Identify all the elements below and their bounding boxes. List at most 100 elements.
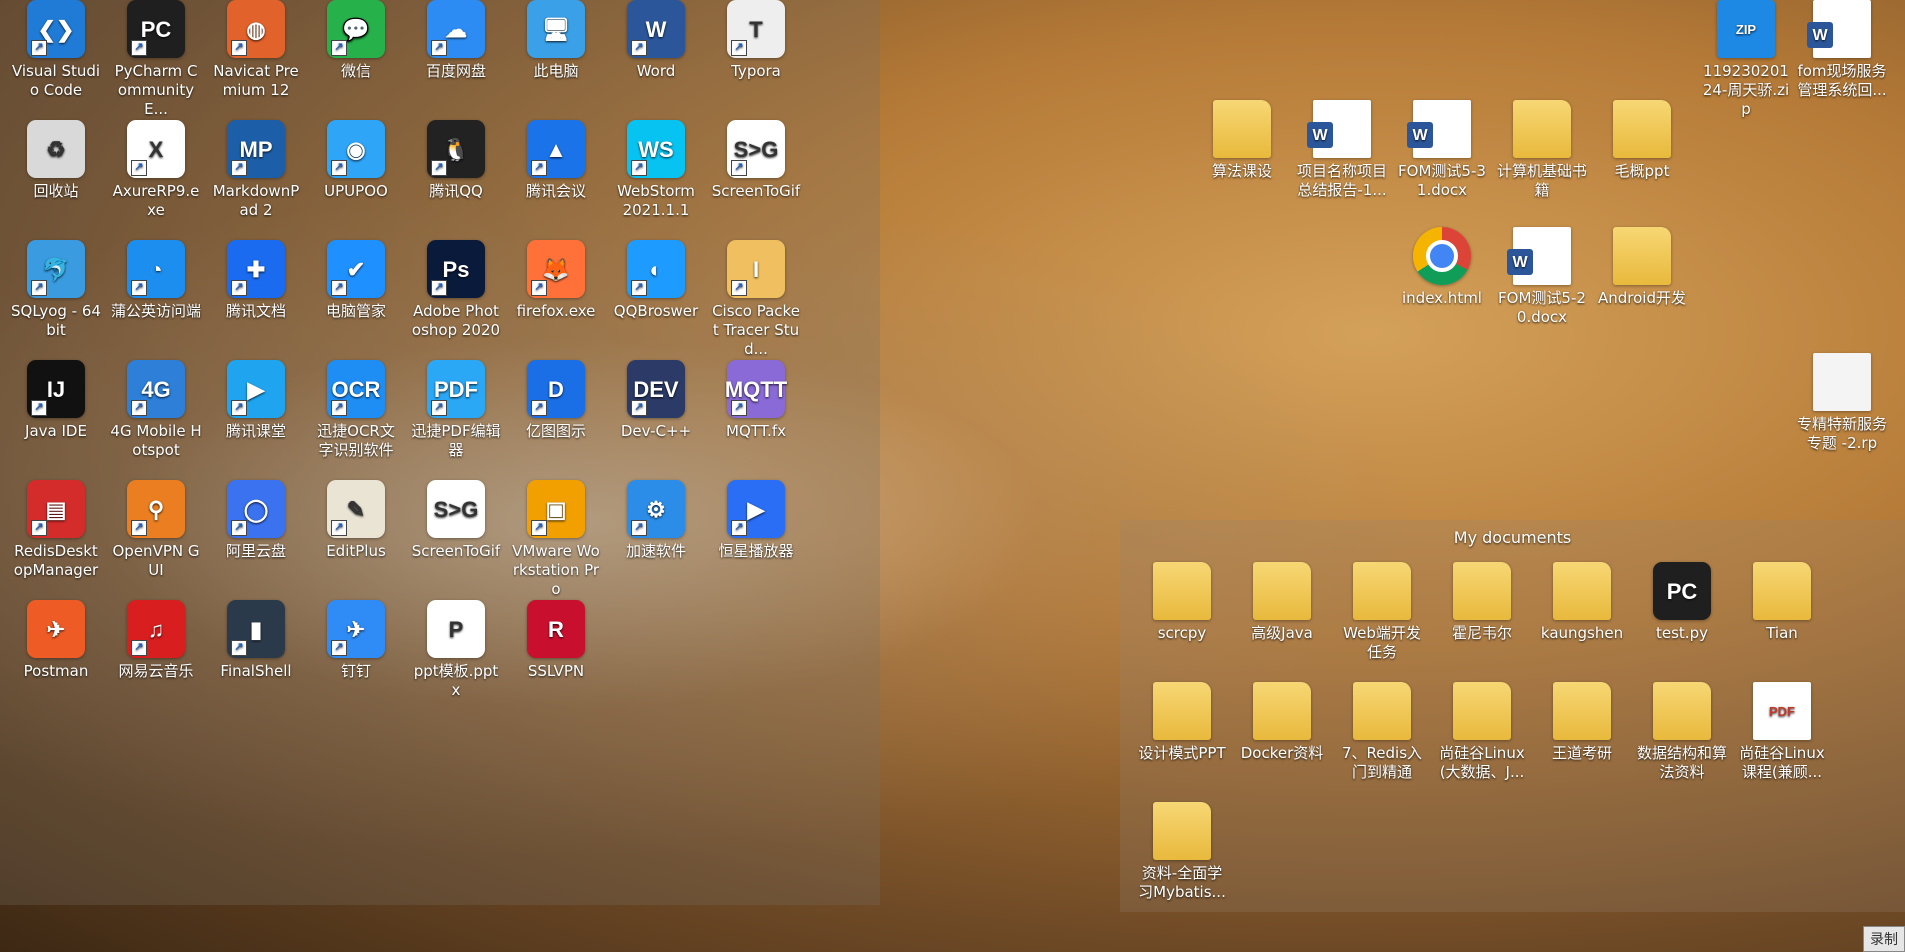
word-doc-icon [1807, 0, 1871, 58]
desktop-icon[interactable]: 🐧 ↗ 腾讯QQ [410, 120, 502, 201]
shortcut-arrow-icon: ↗ [631, 280, 647, 296]
desktop-icon[interactable]: 王道考研 [1536, 682, 1628, 763]
desktop-icon[interactable]: 资料-全面学习Mybatis... [1136, 802, 1228, 902]
desktop-icon[interactable]: FOM测试5-20.docx [1496, 227, 1588, 327]
desktop-icon[interactable]: ▲ ↗ 腾讯会议 [510, 120, 602, 201]
desktop-icon[interactable]: ♻ 回收站 [10, 120, 102, 201]
desktop-icon-label: ScreenToGif [411, 542, 501, 560]
editplus-icon: ✎ ↗ [327, 480, 385, 538]
shortcut-arrow-icon: ↗ [131, 160, 147, 176]
desktop-icon[interactable]: 🦊 ↗ firefox.exe [510, 240, 602, 321]
desktop-icon[interactable]: index.html [1396, 227, 1488, 308]
desktop-icon[interactable]: ⚲ ↗ OpenVPN GUI [110, 480, 202, 580]
desktop-icon[interactable]: 计算机基础书籍 [1496, 100, 1588, 200]
desktop-icon[interactable]: 算法课设 [1196, 100, 1288, 181]
hotspot-icon: 4G ↗ [127, 360, 185, 418]
record-button[interactable]: 录制 [1863, 926, 1905, 952]
desktop-icon-label: EditPlus [326, 542, 386, 560]
desktop-icon[interactable]: ▶ ↗ 腾讯课堂 [210, 360, 302, 441]
desktop-icon[interactable]: ◯ ↗ 阿里云盘 [210, 480, 302, 561]
desktop-icon[interactable]: FOM测试5-31.docx [1396, 100, 1488, 200]
desktop-icon[interactable]: 高级Java [1236, 562, 1328, 643]
shortcut-arrow-icon: ↗ [631, 400, 647, 416]
folder-icon [1513, 100, 1571, 158]
desktop-icon-label: 回收站 [33, 182, 79, 200]
desktop-icon-label: Cisco Packet Tracer Stud... [712, 302, 800, 358]
desktop-icon[interactable]: MP ↗ MarkdownPad 2 [210, 120, 302, 220]
desktop-icon[interactable]: ▣ ↗ VMware Workstation Pro [510, 480, 602, 599]
desktop-icon[interactable]: Pppt模板.pptx [410, 600, 502, 700]
shortcut-arrow-icon: ↗ [331, 640, 347, 656]
desktop-icon[interactable]: ✎ ↗ EditPlus [310, 480, 402, 561]
desktop-icon-label: kaungshen [1540, 624, 1624, 642]
desktop-icon[interactable]: ♫ ↗ 网易云音乐 [110, 600, 202, 681]
desktop-icon[interactable]: ◐ ↗ QQBroswer [610, 240, 702, 321]
desktop-icon[interactable]: 项目名称项目总结报告-1... [1296, 100, 1388, 200]
desktop-icon[interactable]: WS ↗ WebStorm 2021.1.1 [610, 120, 702, 220]
desktop-icon[interactable]: ◍ ↗ Navicat Premium 12 [210, 0, 302, 100]
desktop-icon[interactable]: PDF 尚硅谷Linux课程(兼顾... [1736, 682, 1828, 782]
desktop-icon[interactable]: ⚙ ↗ 加速软件 [610, 480, 702, 561]
desktop-icon[interactable]: MQTT ↗ MQTT.fx [710, 360, 802, 441]
desktop-icon[interactable]: ✚ ↗ 腾讯文档 [210, 240, 302, 321]
desktop-icon[interactable]: Ps ↗ Adobe Photoshop 2020 [410, 240, 502, 340]
desktop-icon[interactable]: Docker资料 [1236, 682, 1328, 763]
desktop-icon[interactable]: W ↗ Word [610, 0, 702, 81]
desktop-icon-label: 腾讯文档 [225, 302, 286, 320]
desktop-icon[interactable]: Android开发 [1596, 227, 1688, 308]
desktop-icon[interactable]: PC test.py [1636, 562, 1728, 643]
desktop-icon[interactable]: ✈ ↗ 钉钉 [310, 600, 402, 681]
desktop-icon[interactable]: 7、Redis入门到精通 [1336, 682, 1428, 782]
desktop-icon[interactable]: Tian [1736, 562, 1828, 643]
desktop-icon[interactable]: 💬 ↗ 微信 [310, 0, 402, 81]
desktop-icon[interactable]: 4G ↗ 4G Mobile Hotspot [110, 360, 202, 460]
desktop-icon[interactable]: PC ↗ PyCharm Community E... [110, 0, 202, 119]
desktop-icon[interactable]: 数据结构和算法资料 [1636, 682, 1728, 782]
desktop-icon[interactable]: ☁ ↗ 百度网盘 [410, 0, 502, 81]
finalshell-icon: ▮ ↗ [227, 600, 285, 658]
shortcut-arrow-icon: ↗ [531, 160, 547, 176]
desktop-icon[interactable]: 🐬 ↗ SQLyog - 64 bit [10, 240, 102, 340]
desktop-icon[interactable]: DEV ↗ Dev-C++ [610, 360, 702, 441]
desktop-icon[interactable]: Web端开发任务 [1336, 562, 1428, 662]
desktop-icon[interactable]: ▶ ↗ 恒星播放器 [710, 480, 802, 561]
desktop-icon[interactable]: D ↗ 亿图图示 [510, 360, 602, 441]
desktop-icon-label: 霍尼韦尔 [1451, 624, 1512, 642]
desktop-icon[interactable]: T ↗ Typora [710, 0, 802, 81]
desktop-icon[interactable]: ▤ ↗ RedisDesktopManager [10, 480, 102, 580]
desktop-icon[interactable]: ✈ Postman [10, 600, 102, 681]
desktop-icon[interactable]: PDF ↗ 迅捷PDF编辑器 [410, 360, 502, 460]
desktop-icon[interactable]: ▮ ↗ FinalShell [210, 600, 302, 681]
desktop-icon[interactable]: S>G ScreenToGif [410, 480, 502, 561]
desktop-icon[interactable]: IJ ↗ Java IDE [10, 360, 102, 441]
desktop-icon[interactable]: I ↗ Cisco Packet Tracer Stud... [710, 240, 802, 359]
desktop-icon[interactable]: kaungshen [1536, 562, 1628, 643]
desktop-icon[interactable]: 🖥 此电脑 [510, 0, 602, 81]
desktop-icon[interactable]: scrcpy [1136, 562, 1228, 643]
desktop-icon[interactable]: ◔ ↗ 蒲公英访问端 [110, 240, 202, 321]
folder-icon [1253, 682, 1311, 740]
desktop-icon[interactable]: OCR ↗ 迅捷OCR文字识别软件 [310, 360, 402, 460]
desktop-icon-label: 高级Java [1251, 624, 1313, 642]
desktop-icon[interactable]: ❮❯ ↗ Visual Studio Code [10, 0, 102, 100]
desktop-icon-label: SQLyog - 64 bit [11, 302, 101, 339]
desktop-icon[interactable]: fom现场服务管理系统回... [1796, 0, 1888, 100]
desktop-icon[interactable]: ZIP 11923020124-周天骄.zip [1700, 0, 1792, 119]
desktop-icon[interactable]: 毛概ppt [1596, 100, 1688, 181]
desktop-icon[interactable]: ◉ ↗ UPUPOO [310, 120, 402, 201]
desktop-icon-label: 尚硅谷Linux(大数据、J... [1439, 744, 1525, 781]
desktop-icon[interactable]: 设计模式PPT [1136, 682, 1228, 763]
desktop-icon[interactable]: 尚硅谷Linux(大数据、J... [1436, 682, 1528, 782]
desktop-icon-label: FOM测试5-31.docx [1398, 162, 1486, 199]
devcpp-icon: DEV ↗ [627, 360, 685, 418]
desktop-icon[interactable]: R SSLVPN [510, 600, 602, 681]
redis-icon: ▤ ↗ [27, 480, 85, 538]
desktop-icon[interactable]: 专精特新服务专题 -2.rp [1796, 353, 1888, 453]
photoshop-icon: Ps ↗ [427, 240, 485, 298]
shortcut-arrow-icon: ↗ [231, 400, 247, 416]
desktop-icon[interactable]: X ↗ AxureRP9.exe [110, 120, 202, 220]
desktop-icon[interactable]: S>G ↗ ScreenToGif [710, 120, 802, 201]
desktop-icon[interactable]: ✔ ↗ 电脑管家 [310, 240, 402, 321]
desktop-icon-label: 恒星播放器 [718, 542, 794, 560]
desktop-icon[interactable]: 霍尼韦尔 [1436, 562, 1528, 643]
